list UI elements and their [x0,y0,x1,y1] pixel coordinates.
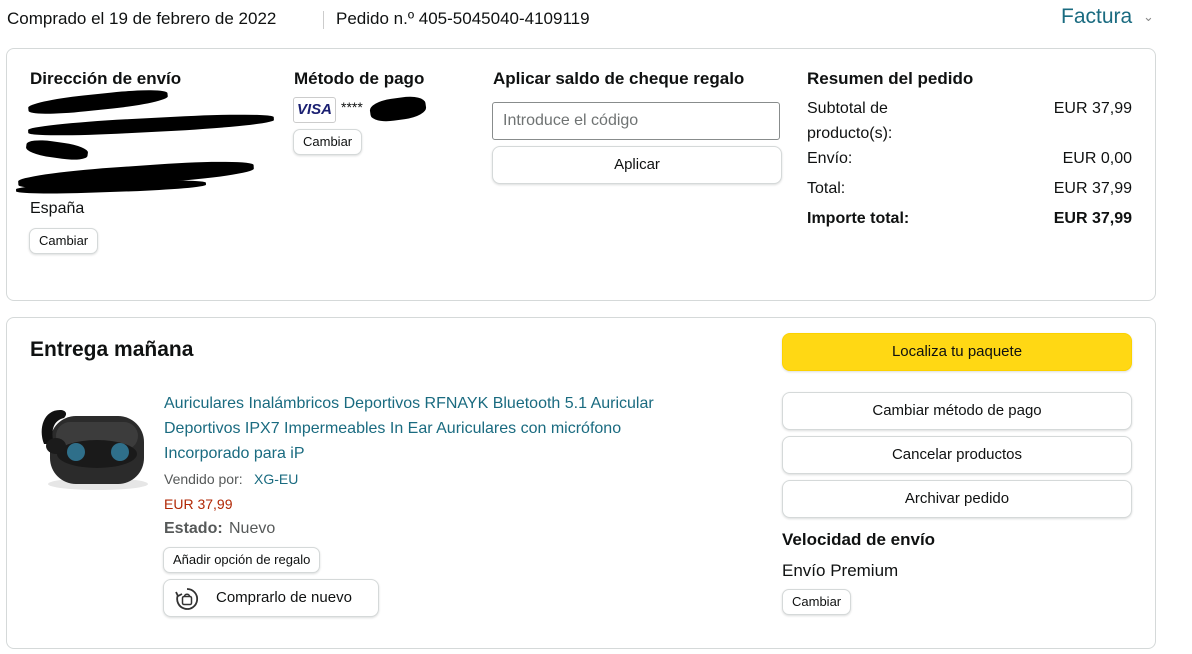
shipping-address-title: Dirección de envío [30,69,182,88]
subtotal-row: Subtotal de producto(s): EUR 37,99 [807,96,1132,146]
buy-again-button[interactable]: Comprarlo de nuevo [163,579,379,617]
grand-total-row: Importe total: EUR 37,99 [807,206,1132,231]
shipping-speed-value: Envío Premium [782,561,899,580]
shipping-country: España [30,200,85,217]
subtotal-label: Subtotal de [807,100,888,117]
product-price: EUR 37,99 [164,496,233,512]
card-masked-number: **** [341,99,363,115]
gift-code-input[interactable]: Introduce el código [492,102,780,140]
chevron-down-icon[interactable]: ⌄ [1143,9,1154,25]
condition-value: Nuevo [229,520,276,537]
purchase-date: Comprado el 19 de febrero de 2022 [7,9,277,28]
seller-link[interactable]: XG-EU [254,471,298,487]
shipping-cost-label: Envío: [807,150,853,167]
sold-by-label: Vendido por: [164,471,243,487]
order-summary-title: Resumen del pedido [807,69,974,88]
change-payment-method-button[interactable]: Cambiar método de pago [782,392,1132,430]
shipping-speed-title: Velocidad de envío [782,530,936,549]
total-row: Total: EUR 37,99 [807,176,1132,201]
header-divider [323,11,324,29]
gift-card-title: Aplicar saldo de cheque regalo [493,69,745,88]
track-package-button[interactable]: Localiza tu paquete [782,333,1132,371]
grand-total-value: EUR 37,99 [1053,210,1132,227]
cancel-items-button[interactable]: Cancelar productos [782,436,1132,474]
shipping-cost-value: EUR 0,00 [1062,150,1132,167]
buy-again-label: Comprarlo de nuevo [216,589,352,606]
apply-gift-button[interactable]: Aplicar [492,146,782,184]
invoice-link[interactable]: Factura [1061,5,1132,29]
grand-total-label: Importe total: [807,210,910,227]
visa-icon: VISA [293,97,336,123]
condition-label: Estado: [164,520,223,537]
earbuds-icon [41,410,148,490]
order-number: Pedido n.º 405-5045040-4109119 [336,9,590,28]
shipping-cost-row: Envío: EUR 0,00 [807,146,1132,171]
product-title-link-line3[interactable]: Incorporado para iP [164,445,305,463]
change-shipping-speed-button[interactable]: Cambiar [782,589,852,615]
gift-option-button[interactable]: Añadir opción de regalo [163,547,321,573]
total-label: Total: [807,180,846,197]
product-title-link[interactable]: Auriculares Inalámbricos Deportivos RFNA… [164,395,654,413]
total-value: EUR 37,99 [1053,180,1132,197]
subtotal-label-cont: producto(s): [807,125,893,142]
product-image[interactable] [34,400,152,495]
payment-method-title: Método de pago [294,69,425,88]
subtotal-value: EUR 37,99 [1053,100,1132,117]
delivery-status-title: Entrega mañana [30,338,194,361]
change-payment-button[interactable]: Cambiar [293,129,363,155]
buy-again-icon [174,586,200,626]
archive-order-button[interactable]: Archivar pedido [782,480,1132,518]
order-header: Comprado el 19 de febrero de 2022 Pedido… [0,0,1192,40]
change-address-button[interactable]: Cambiar [29,228,99,254]
product-title-link-line2[interactable]: Deportivos IPX7 Impermeables In Ear Auri… [164,420,621,438]
